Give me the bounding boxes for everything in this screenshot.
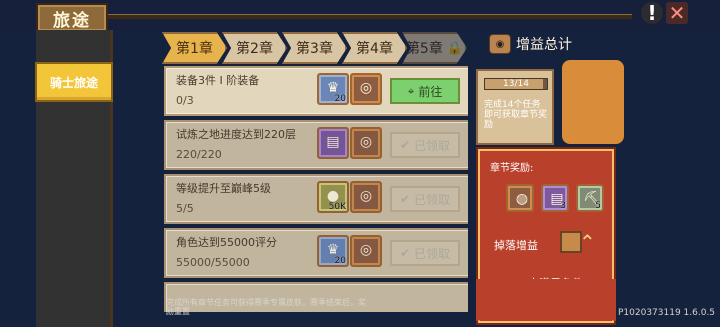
task-card: 角色达到55000评分 55000/55000 ♛ 20 ◎ ✔ 已领取 <box>164 228 468 278</box>
reward-title: 章节奖励: <box>490 163 534 174</box>
reward-slot: ♛ 20 <box>317 73 349 105</box>
reward-slot: ◎ <box>350 235 382 267</box>
claimed-button: ✔ 已领取 <box>390 240 460 266</box>
chapter-tab-2[interactable]: 第2章 <box>222 32 287 64</box>
reward-slot: ◎ <box>350 73 382 105</box>
claimed-label: 已领取 <box>414 246 451 261</box>
swirl-icon: ◎ <box>359 188 373 204</box>
reward-slot: ◍ <box>506 184 534 212</box>
buff-icon: ◉ <box>489 34 511 54</box>
chapter-tab-3[interactable]: 第3章 <box>282 32 347 64</box>
task-card: 等级提升至巅峰5级 5/5 ● 50K ◎ ✔ 已领取 <box>164 174 468 224</box>
progress-panel: 13/14 完成14个任务即可获取章节奖励 <box>476 69 554 145</box>
reward-slot: ▤ 3 <box>541 184 569 212</box>
go-label: 前往 <box>418 84 443 99</box>
ticket-icon: ▤ <box>326 134 340 150</box>
task-list: 装备3件 I 阶装备 0/3 ♛ 20 ◎ ⌖ 前往 试炼之地进度达到220层 22… <box>164 66 468 312</box>
task-count: 0/3 <box>176 94 194 107</box>
drop-buff-label: 掉落增益 <box>494 239 538 252</box>
helmet-icon: ◍ <box>515 191 529 207</box>
lock-icon: 🔒 <box>446 40 464 56</box>
progress-text: 13/14 <box>503 79 529 89</box>
reward-qty: 50K <box>328 202 346 212</box>
reward-qty: 20 <box>334 256 346 266</box>
task-title: 装备3件 I 阶装备 <box>176 74 260 87</box>
task-title: 试炼之地进度达到220层 <box>176 128 296 141</box>
buff-summary-button[interactable]: ◉ 增益总计 <box>489 34 579 54</box>
arrow-up-icon: ⌃ <box>579 230 596 254</box>
side-tab-knight-journey[interactable]: 骑士旅途 <box>35 62 113 102</box>
chapter-reward-panel: 13/14 完成14个任务即可获取章节奖励 章节奖励: ◍ ▤ 3 ⛏ 5 掉落增益… <box>476 60 624 325</box>
task-title: 角色达到55000评分 <box>176 236 277 249</box>
chapter-tab-4[interactable]: 第4章 <box>342 32 407 64</box>
reward-slot: ▤ <box>317 127 349 159</box>
swirl-icon: ◎ <box>359 80 373 96</box>
go-icon: ⌖ <box>407 83 415 98</box>
chapter-tab-5-label: 第5章 <box>405 41 443 57</box>
swirl-icon: ◎ <box>359 134 373 150</box>
task-count: 55000/55000 <box>176 256 250 269</box>
chapter-tab-1[interactable]: 第1章 <box>162 32 227 64</box>
task-title: 等级提升至巅峰5级 <box>176 182 271 195</box>
reward-slot: ● 50K <box>317 181 349 213</box>
page-title: 旅途 <box>36 3 108 33</box>
check-icon: ✔ <box>399 138 411 152</box>
close-icon[interactable]: ✕ <box>666 1 688 25</box>
go-button[interactable]: ⌖ 前往 <box>390 78 460 104</box>
buff-summary-label: 增益总计 <box>516 37 572 53</box>
reward-slot: ◎ <box>350 181 382 213</box>
task-count: 5/5 <box>176 202 194 215</box>
reward-qty: 20 <box>334 94 346 104</box>
claimed-label: 已领取 <box>414 192 451 207</box>
top-divider <box>108 14 632 19</box>
reward-items: ◍ ▤ 3 ⛏ 5 <box>506 184 604 212</box>
reward-slot: ⛏ 5 <box>576 184 604 212</box>
reward-slot: ♛ 20 <box>317 235 349 267</box>
chapter-tab-5[interactable]: 第5章 🔒 <box>402 32 467 64</box>
task-count: 220/220 <box>176 148 222 161</box>
footer-note: 完成所有章节任务可获得赛季专属皮肤，赛季结束后，奖励重置 <box>166 298 366 316</box>
progress-bar: 13/14 <box>484 78 548 90</box>
task-card: 试炼之地进度达到220层 220/220 ▤ ◎ ✔ 已领取 <box>164 120 468 170</box>
reward-qty: 3 <box>560 201 566 211</box>
swirl-icon: ◎ <box>359 242 373 258</box>
task-card: 装备3件 I 阶装备 0/3 ♛ 20 ◎ ⌖ 前往 <box>164 66 468 116</box>
character-portrait <box>562 60 624 144</box>
check-icon: ✔ <box>399 246 411 260</box>
version-text: P1020373119 1.6.0.5 <box>618 308 716 318</box>
claimed-label: 已领取 <box>414 138 451 153</box>
claimed-button: ✔ 已领取 <box>390 132 460 158</box>
claimed-button: ✔ 已领取 <box>390 186 460 212</box>
chapter-tabs: 第1章 第2章 第3章 第4章 第5章 🔒 <box>162 32 467 64</box>
progress-description: 完成14个任务即可获取章节奖励 <box>484 100 548 130</box>
reward-slot: ◎ <box>350 127 382 159</box>
check-icon: ✔ <box>399 192 411 206</box>
alert-icon[interactable]: ! <box>641 1 663 25</box>
game-screen: 旅途 ! ✕ 骑士旅途 第1章 第2章 第3章 第4章 第5章 🔒 ◉ 增益总计 … <box>0 0 720 327</box>
reward-qty: 5 <box>595 201 601 211</box>
